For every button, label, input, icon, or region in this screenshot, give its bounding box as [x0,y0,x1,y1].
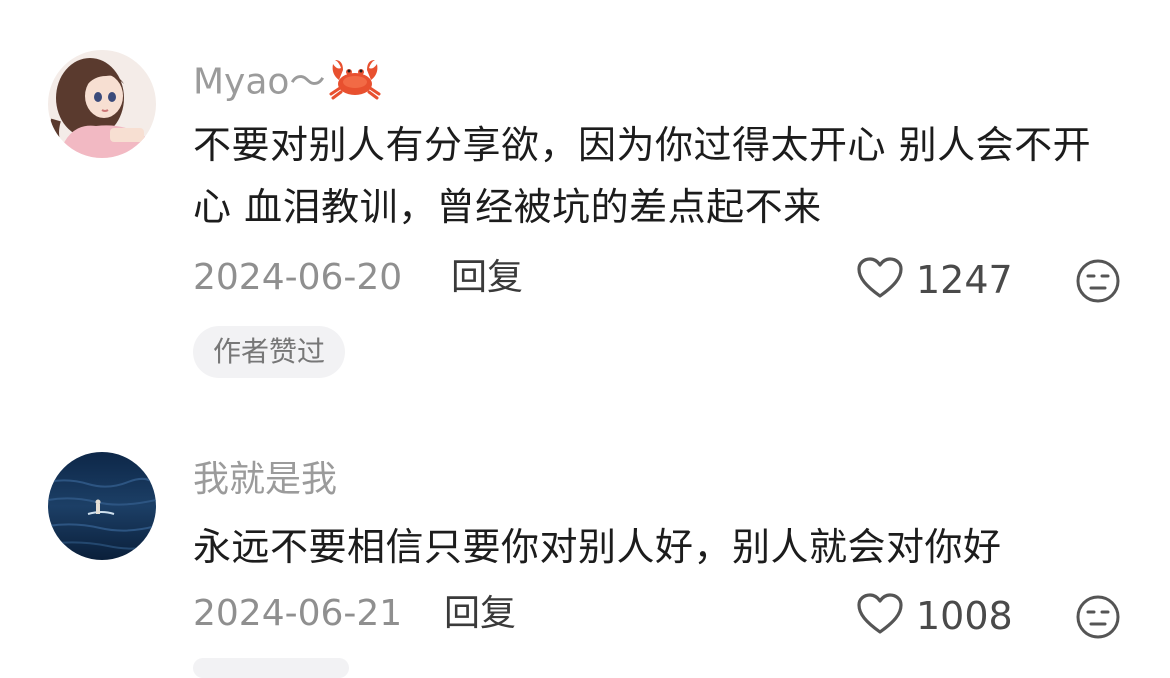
username[interactable]: 我就是我 [193,458,337,502]
heart-icon [856,256,904,304]
comment-item: 我就是我 永远不要相信只要你对别人好，别人就会对你好 2024-06-21 回复… [0,420,1170,678]
like-count: 1247 [916,258,1013,302]
like-button[interactable]: 1247 [856,256,1013,304]
crab-icon [327,56,383,111]
comment-date: 2024-06-20 [193,257,403,298]
author-liked-badge: 作者赞过 [193,326,346,378]
next-badge-edge [193,658,349,678]
reply-button[interactable]: 回复 [444,592,516,636]
comment-text: 不要对别人有分享欲，因为你过得太开心 别人会不开心 血泪教训，曾经被坑的差点起不… [193,123,1092,229]
comment-date: 2024-06-21 [193,593,403,634]
like-count: 1008 [916,594,1013,638]
dislike-face-icon[interactable] [1075,594,1121,640]
username[interactable]: Myao～ [193,56,383,111]
heart-icon [856,592,904,640]
reply-button[interactable]: 回复 [451,256,523,300]
avatar[interactable] [48,50,156,158]
username-text: Myao～ [193,61,326,103]
like-button[interactable]: 1008 [856,592,1013,640]
comment-item: Myao～ 不要对别人有分享欲，因为你过得太开心 别人会不开心 血泪教训，曾经被… [0,0,1170,420]
dislike-face-icon[interactable] [1075,258,1121,304]
avatar[interactable] [48,452,156,560]
comment-text: 永远不要相信只要你对别人好，别人就会对你好 [193,525,1002,569]
